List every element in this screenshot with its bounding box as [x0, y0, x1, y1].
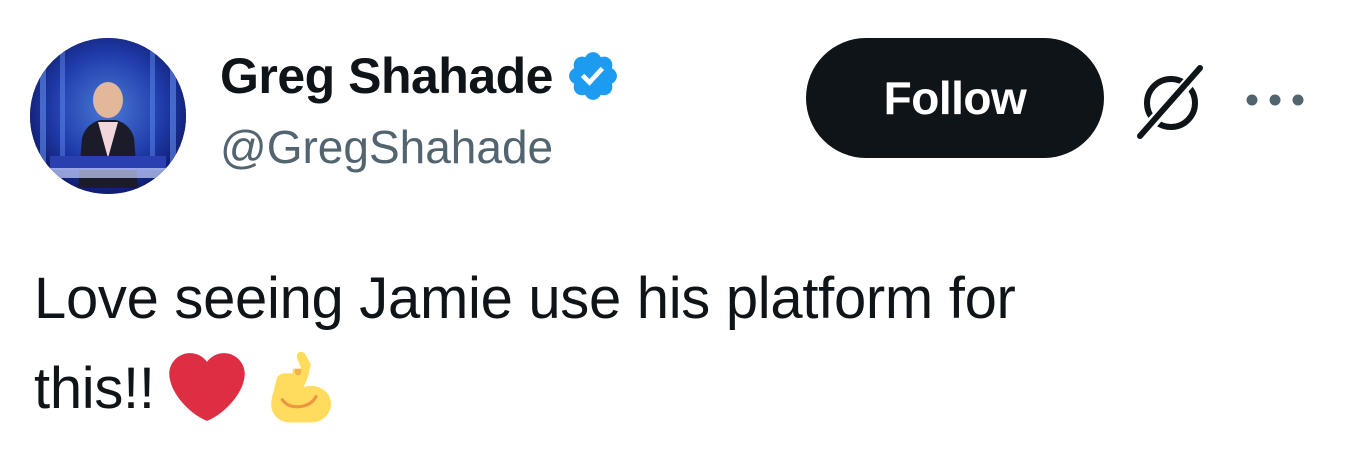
tweet-text-line-2: this!! [34, 344, 1294, 434]
handle[interactable]: @GregShahade [220, 120, 621, 174]
display-name[interactable]: Greg Shahade [220, 47, 554, 105]
tweet-text: Love seeing Jamie use his platform for t… [34, 254, 1294, 434]
tweet-card: Greg Shahade @GregShahade Follow Love se… [0, 0, 1350, 456]
tweet-text-line-2-text: this!! [34, 356, 155, 421]
flexed-biceps-emoji [259, 349, 335, 425]
avatar[interactable] [30, 38, 186, 194]
display-name-row: Greg Shahade [220, 44, 621, 108]
grok-icon[interactable] [1130, 60, 1212, 142]
avatar-photo [30, 38, 186, 194]
author-info: Greg Shahade @GregShahade [220, 44, 621, 174]
verified-badge-icon[interactable] [565, 48, 621, 104]
red-heart-emoji [168, 349, 245, 425]
tweet-text-line-1: Love seeing Jamie use his platform for [34, 266, 1016, 331]
follow-button[interactable]: Follow [806, 38, 1104, 158]
more-dots-icon[interactable] [1240, 80, 1310, 120]
